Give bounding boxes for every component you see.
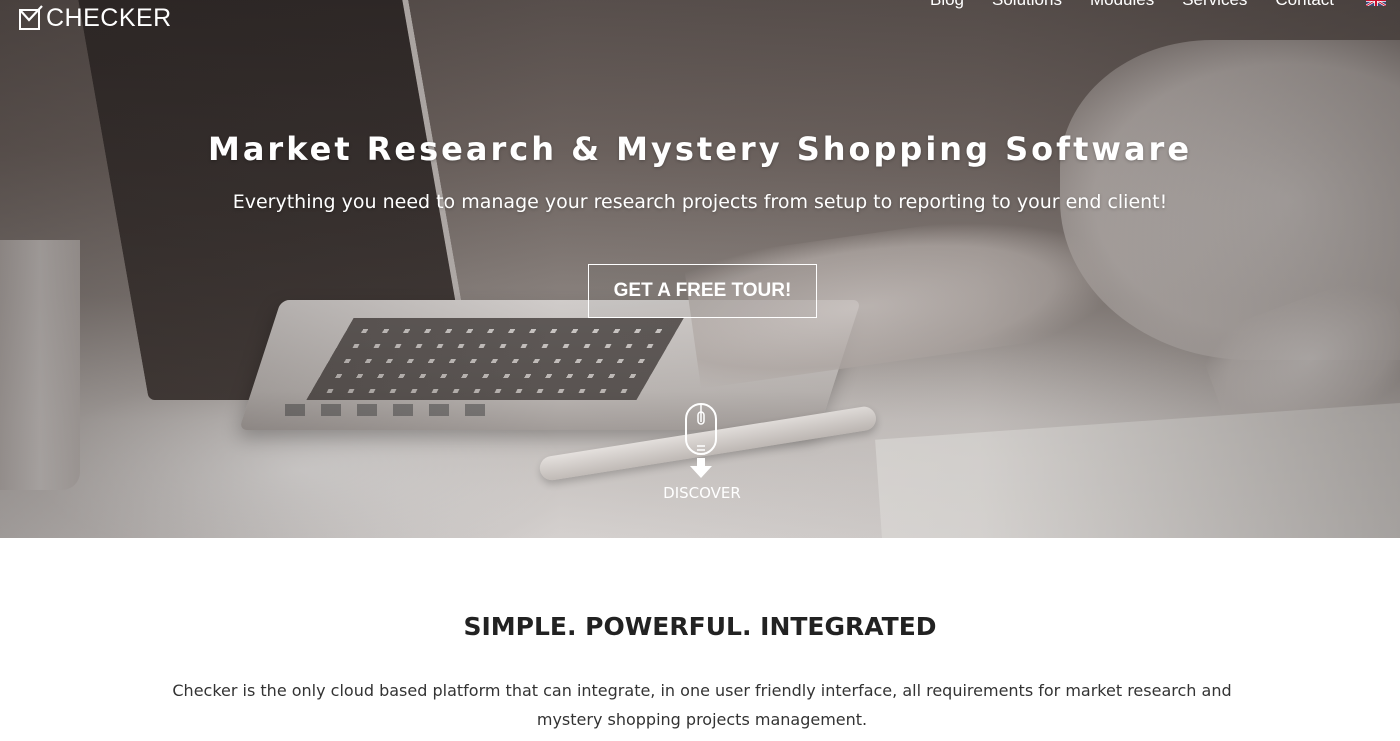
free-tour-button[interactable]: GET A FREE TOUR! <box>588 264 817 318</box>
discover-link[interactable]: DISCOVER <box>650 402 754 502</box>
mouse-scroll-down-icon <box>685 403 717 478</box>
nav-item-blog[interactable]: Blog <box>930 0 964 12</box>
discover-label: DISCOVER <box>663 484 741 502</box>
nav-item-modules[interactable]: Modules <box>1090 0 1154 12</box>
logo-text: CHECKER <box>46 3 172 32</box>
checkbox-icon <box>19 5 43 30</box>
uk-flag-icon[interactable] <box>1366 0 1386 6</box>
main-nav: Blog Solutions Modules Services Contact <box>902 0 1334 12</box>
nav-item-solutions[interactable]: Solutions <box>992 0 1062 12</box>
logo[interactable]: CHECKER <box>18 4 172 32</box>
hero-section: CHECKER Blog Solutions Modules Services … <box>0 0 1400 538</box>
hero-subtitle: Everything you need to manage your resea… <box>232 191 1168 213</box>
nav-item-services[interactable]: Services <box>1182 0 1247 12</box>
section-title: SIMPLE. POWERFUL. INTEGRATED <box>463 612 937 641</box>
section-body: Checker is the only cloud based platform… <box>172 681 1232 729</box>
hero-title: Market Research & Mystery Shopping Softw… <box>207 130 1193 168</box>
nav-item-contact[interactable]: Contact <box>1275 0 1334 12</box>
